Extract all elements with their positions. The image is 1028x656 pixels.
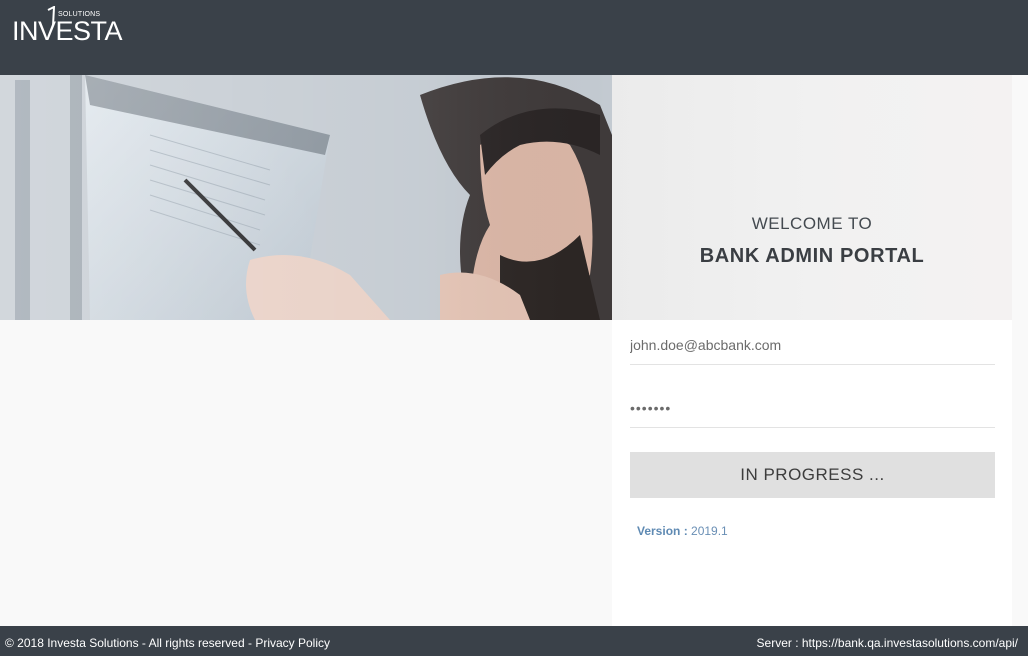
footer: © 2018 Investa Solutions - All rights re… <box>0 626 1028 656</box>
server-url: https://bank.qa.investasolutions.com/api… <box>801 636 1018 650</box>
version-value: 2019.1 <box>691 524 728 538</box>
logo-brand: INVESTA <box>12 16 123 46</box>
left-background <box>0 320 612 626</box>
right-background <box>1012 75 1028 626</box>
top-navbar: SOLUTIONS INVESTA <box>0 0 1028 75</box>
login-panel: WELCOME TO BANK ADMIN PORTAL IN PROGRESS… <box>612 75 1012 626</box>
welcome-text: WELCOME TO <box>751 214 873 233</box>
portal-title: BANK ADMIN PORTAL <box>699 245 925 267</box>
server-label: Server : <box>756 636 799 650</box>
footer-left: © 2018 Investa Solutions - All rights re… <box>5 636 330 650</box>
privacy-policy-link[interactable]: Privacy Policy <box>255 636 330 650</box>
email-field[interactable] <box>630 325 995 365</box>
login-panel-header: WELCOME TO BANK ADMIN PORTAL <box>612 75 1012 320</box>
version-info: Version : 2019.1 <box>637 524 728 538</box>
hero-image <box>0 75 612 320</box>
investa-logo[interactable]: SOLUTIONS INVESTA <box>10 6 123 48</box>
password-field[interactable] <box>630 388 995 428</box>
version-label: Version : <box>637 524 688 538</box>
footer-right: Server : https://bank.qa.investasolution… <box>757 636 1018 650</box>
login-button[interactable]: IN PROGRESS ... <box>630 452 995 498</box>
hero-photo-illustration <box>0 75 612 320</box>
copyright-text: © 2018 Investa Solutions - All rights re… <box>5 636 252 650</box>
